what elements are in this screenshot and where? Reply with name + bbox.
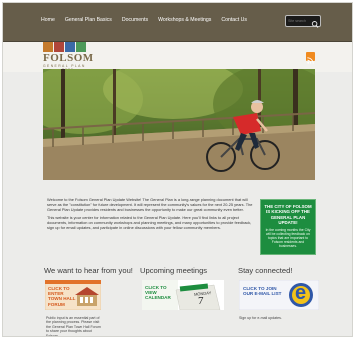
nav-home[interactable]: Home [41, 17, 55, 23]
page: Home General Plan Basics Documents Works… [2, 2, 353, 337]
logo-square-icon [43, 42, 53, 52]
nav-workshops-meetings[interactable]: Workshops & Meetings [158, 17, 211, 23]
email-e-icon: e [295, 282, 307, 304]
logo-square-icon [54, 42, 64, 52]
rss-icon[interactable] [306, 52, 315, 64]
nav-documents[interactable]: Documents [122, 17, 148, 23]
site-header: FOLSOM GENERAL PLAN 2035 [3, 42, 352, 72]
intro-paragraph-2: This website is your center for informat… [47, 214, 252, 230]
search-icon[interactable] [311, 16, 319, 28]
kickoff-callout[interactable]: THE CITY OF FOLSOM IS KICKING OFF THE GE… [260, 199, 316, 255]
stay-connected-title: Stay connected! [238, 266, 293, 275]
logo-square-icon [76, 42, 86, 52]
callout-title: THE CITY OF FOLSOM IS KICKING OFF THE GE… [264, 204, 312, 226]
hero-image-cyclist [43, 69, 315, 180]
intro-text: Welcome to the Folsom General Plan Updat… [47, 197, 253, 233]
nav-general-plan-basics[interactable]: General Plan Basics [65, 17, 112, 23]
intro-paragraph-1: Welcome to the Folsom General Plan Updat… [47, 197, 253, 212]
search-input[interactable] [288, 17, 308, 24]
hear-footer-text: Public input is an essential part of the… [46, 316, 101, 337]
calendar-date-number: 7 [198, 295, 204, 307]
logo-square-icon [65, 42, 75, 52]
top-nav-bar: Home General Plan Basics Documents Works… [3, 3, 352, 42]
calendar-banner[interactable]: CLICK TO VIEW CALENDAR MONDAY 7 [142, 280, 224, 311]
upcoming-meetings-title: Upcoming meetings [140, 266, 208, 275]
email-banner-text: CLICK TO JOIN OUR E-MAIL LIST [243, 286, 282, 297]
logo-wordmark: FOLSOM [43, 52, 94, 64]
search-box [285, 15, 321, 28]
email-list-banner[interactable]: CLICK TO JOIN OUR E-MAIL LIST e [238, 279, 320, 311]
logo-squares [43, 42, 103, 52]
callout-body: In the coming months the City will be co… [265, 227, 311, 248]
hear-from-you-title: We want to hear from you! [44, 266, 133, 275]
calendar-banner-text: CLICK TO VIEW CALENDAR [145, 285, 171, 301]
nav-contact-us[interactable]: Contact Us [221, 17, 247, 23]
main-nav: Home General Plan Basics Documents Works… [41, 17, 257, 23]
connected-footer-text: Sign up for e-mail updates. [239, 316, 282, 320]
town-hall-forum-banner[interactable]: CLICK TO ENTER TOWN HALL FORUM [44, 279, 102, 311]
town-hall-banner-text: CLICK TO ENTER TOWN HALL FORUM [48, 286, 76, 307]
